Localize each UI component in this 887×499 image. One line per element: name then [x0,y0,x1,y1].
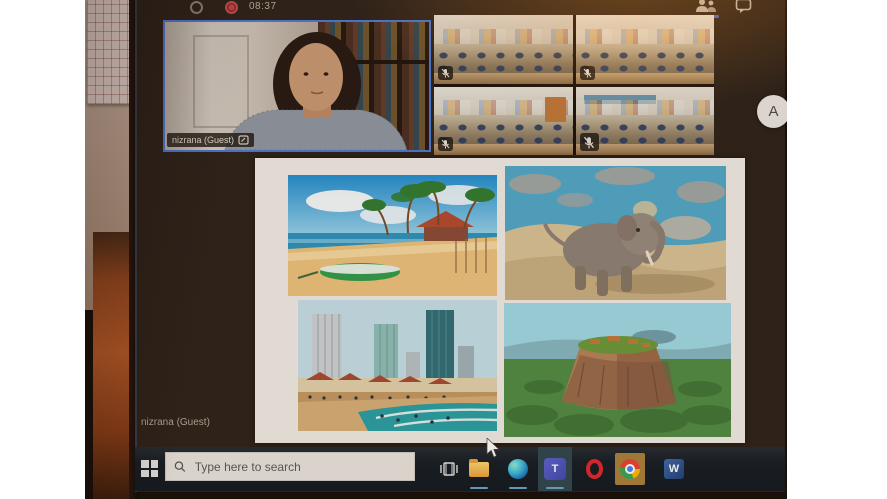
search-input[interactable] [193,459,406,475]
classroom-students [576,49,715,75]
classroom-video-tile[interactable] [434,87,573,156]
windows-taskbar: T W [135,447,785,491]
mic-muted-icon [580,66,595,80]
running-underline [470,487,488,489]
laptop-photo-scene: 08:37 [85,0,787,499]
share-presenter-label: nizrana (Guest) [141,417,210,428]
participant-avatar[interactable]: A [757,95,787,128]
classroom-wall-posters [576,100,715,115]
teams-icon[interactable]: T [538,447,572,491]
meeting-ring-icon[interactable] [190,1,203,14]
classroom-desks [434,73,573,84]
photo-baby-elephant [505,166,726,300]
classroom-wall-posters [434,29,573,44]
classroom-cabinet [545,97,566,122]
photo-sigiriya-rock [504,303,731,437]
classroom-desks [434,144,573,155]
wall-calendar [87,0,133,104]
mic-muted-icon [580,133,599,151]
shared-screen-content [255,158,745,443]
speaker-name-text: nizrana (Guest) [172,135,234,145]
speaker-video-tile[interactable]: nizrana (Guest) [163,20,431,152]
classroom-desks [576,73,715,84]
taskbar-search[interactable] [165,452,415,481]
start-button[interactable] [141,460,158,477]
edge-icon[interactable] [507,458,529,480]
photo-sri-lanka-beach [288,175,497,296]
recording-indicator-icon [225,1,238,14]
photo-colombo-seafront [298,300,497,431]
classroom-video-tile[interactable] [434,15,573,84]
chrome-icon[interactable] [615,453,645,485]
running-underline [546,487,564,489]
speaker-name-label: nizrana (Guest) [167,133,254,147]
mic-muted-icon [438,66,453,80]
classroom-video-grid [434,15,714,155]
word-icon[interactable]: W [663,458,685,480]
classroom-video-tile[interactable] [576,87,715,156]
classroom-students [434,121,573,147]
pin-icon [238,135,249,145]
chat-icon[interactable] [735,0,753,19]
running-underline [509,487,527,489]
file-explorer-icon[interactable] [468,458,490,480]
photo-frame: 08:37 [0,0,887,499]
classroom-wall-posters [576,29,715,44]
mic-muted-icon [438,137,453,151]
mouse-cursor [486,438,500,458]
laptop-screen: 08:37 [135,0,785,492]
speaker-person [165,22,429,150]
classroom-video-tile[interactable] [576,15,715,84]
opera-icon[interactable] [583,458,605,480]
search-icon [174,460,186,473]
meeting-timer: 08:37 [249,1,277,12]
classroom-students [434,49,573,75]
task-view-icon[interactable] [438,458,460,480]
avatar-initial: A [768,103,778,120]
